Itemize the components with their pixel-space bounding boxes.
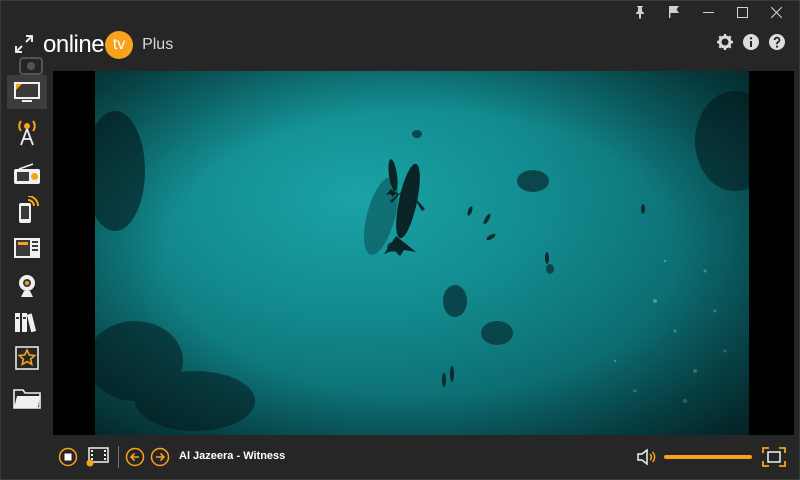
broadcast-tower-icon xyxy=(18,120,36,146)
video-player[interactable] xyxy=(53,71,794,435)
favorites-star-icon xyxy=(15,346,39,370)
sidebar-item-tv[interactable] xyxy=(7,75,47,109)
video-frame xyxy=(95,71,749,435)
edition-label: Plus xyxy=(142,36,174,53)
gear-icon[interactable] xyxy=(716,33,733,50)
sidebar-item-radio[interactable] xyxy=(7,157,47,191)
next-channel-button[interactable] xyxy=(149,446,171,468)
app-logo: online tv Plus xyxy=(43,31,173,59)
logo-badge: tv xyxy=(105,31,134,59)
fullscreen-icon xyxy=(762,447,786,467)
title-bar xyxy=(1,1,799,23)
maximize-icon[interactable] xyxy=(725,1,759,23)
sidebar xyxy=(5,57,49,435)
tv-icon xyxy=(14,82,40,102)
sidebar-item-folder[interactable] xyxy=(7,381,47,415)
pin-icon[interactable] xyxy=(623,1,657,23)
volume-slider[interactable] xyxy=(664,455,752,459)
library-icon xyxy=(15,313,37,333)
mute-button[interactable] xyxy=(635,446,659,468)
app-header: online tv Plus xyxy=(1,23,799,69)
stop-button[interactable] xyxy=(57,446,79,468)
record-button[interactable] xyxy=(85,446,111,468)
fullscreen-button[interactable] xyxy=(761,446,787,468)
sidebar-item-mobile[interactable] xyxy=(7,193,47,227)
webcam-icon xyxy=(19,275,35,297)
player-controls: Al Jazeera - Witness xyxy=(1,437,799,479)
window-controls xyxy=(623,1,793,23)
help-icon[interactable] xyxy=(768,33,785,50)
expand-icon[interactable] xyxy=(15,35,33,53)
minimize-icon[interactable] xyxy=(691,1,725,23)
sidebar-item-library[interactable] xyxy=(7,305,47,339)
speaker-icon xyxy=(637,448,656,466)
logo-text: online xyxy=(43,31,105,58)
stop-icon xyxy=(58,447,78,467)
sidebar-item-favorites[interactable] xyxy=(7,341,47,375)
app-window: online tv Plus Al Jazeera - Witness xyxy=(0,0,800,480)
film-record-icon xyxy=(86,447,109,467)
controls-divider xyxy=(118,446,119,468)
flag-icon[interactable] xyxy=(657,1,691,23)
arrow-left-icon xyxy=(125,447,145,467)
mobile-stream-icon xyxy=(19,196,39,223)
radio-icon xyxy=(14,163,40,184)
tv-guide-icon xyxy=(14,238,40,258)
sidebar-item-guide[interactable] xyxy=(7,231,47,265)
close-icon[interactable] xyxy=(759,1,793,23)
folder-icon xyxy=(13,389,41,409)
sidebar-item-broadcast[interactable] xyxy=(7,115,47,149)
arrow-right-icon xyxy=(150,447,170,467)
info-icon[interactable] xyxy=(742,33,759,50)
now-playing-title: Al Jazeera - Witness xyxy=(179,450,286,462)
sidebar-item-webcam[interactable] xyxy=(7,269,47,303)
header-tools xyxy=(716,33,785,50)
video-vignette xyxy=(95,71,749,435)
previous-channel-button[interactable] xyxy=(124,446,146,468)
